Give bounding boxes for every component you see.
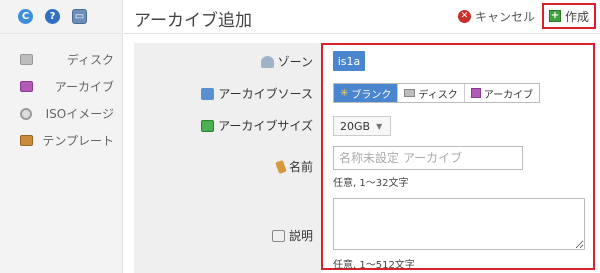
- name-label-text: 名前: [288, 160, 313, 174]
- pencil-icon: [275, 159, 287, 174]
- archive-icon: [20, 81, 33, 92]
- source-option-label: ディスク: [418, 89, 458, 101]
- create-label: 作成: [564, 9, 589, 24]
- cancel-label: キャンセル: [475, 10, 536, 24]
- archive-source-selector: ✳ ブランク ディスク アーカイブ: [333, 83, 541, 103]
- source-label: アーカイブソース: [201, 85, 321, 102]
- document-icon: [271, 229, 285, 242]
- source-option-disk[interactable]: ディスク: [398, 84, 465, 102]
- sidebar-item-disk[interactable]: ディスク: [0, 46, 122, 73]
- size-label-text: アーカイブサイズ: [218, 119, 313, 133]
- sidebar-item-template[interactable]: テンプレート: [0, 127, 122, 154]
- zone-button[interactable]: is1a: [333, 51, 365, 71]
- source-option-blank[interactable]: ✳ ブランク: [334, 84, 399, 102]
- disk-icon: [404, 89, 416, 97]
- sidebar-item-iso-image[interactable]: ISOイメージ: [0, 100, 122, 127]
- name-label: 名前: [275, 158, 321, 175]
- console-icon[interactable]: ▭: [72, 9, 87, 24]
- source-label-text: アーカイブソース: [218, 87, 313, 101]
- description-label: 説明: [271, 227, 321, 244]
- disk-icon: [20, 54, 33, 65]
- description-textarea[interactable]: [333, 198, 585, 250]
- disk-size-icon: [201, 119, 215, 132]
- description-label-text: 説明: [288, 229, 313, 243]
- name-input[interactable]: [333, 146, 523, 170]
- template-icon: [20, 135, 33, 146]
- source-option-label: ブランク: [351, 89, 392, 101]
- name-hint: 任意, 1〜32文字: [333, 178, 409, 189]
- cancel-icon: ✕: [458, 10, 471, 23]
- sidebar-nav: ディスク アーカイブ ISOイメージ テンプレート: [0, 34, 122, 154]
- chevron-down-icon: ▼: [376, 121, 383, 131]
- help-icon[interactable]: ?: [45, 9, 60, 24]
- sidebar: C ? ▭ ディスク アーカイブ ISOイメージ テンプレート: [0, 0, 123, 273]
- plus-icon: +: [548, 10, 561, 22]
- sidebar-toolbar: C ? ▭: [0, 0, 122, 34]
- size-label: アーカイブサイズ: [201, 117, 321, 134]
- sidebar-item-label: ISOイメージ: [45, 107, 114, 121]
- sidebar-item-label: テンプレート: [42, 134, 114, 148]
- sidebar-item-label: アーカイブ: [54, 80, 114, 94]
- download-icon: [201, 87, 215, 100]
- zone-label-text: ゾーン: [277, 55, 313, 69]
- zone-label: ゾーン: [260, 53, 321, 70]
- source-option-label: アーカイブ: [483, 89, 534, 101]
- cancel-button[interactable]: ✕ キャンセル: [458, 8, 535, 25]
- description-hint: 任意, 1〜512文字: [333, 260, 415, 271]
- page-title: アーカイブ追加: [134, 11, 252, 31]
- create-button[interactable]: + 作成: [542, 3, 596, 29]
- sidebar-item-label: ディスク: [66, 53, 114, 67]
- sidebar-item-archive[interactable]: アーカイブ: [0, 73, 122, 100]
- cloud-icon: [260, 55, 274, 68]
- size-value: 20GB: [340, 119, 371, 133]
- refresh-icon[interactable]: C: [18, 9, 33, 24]
- iso-image-icon: [20, 107, 32, 120]
- sparkle-icon: ✳: [340, 87, 349, 99]
- source-option-archive[interactable]: アーカイブ: [464, 84, 540, 102]
- archive-size-select[interactable]: 20GB ▼: [333, 116, 391, 136]
- archive-icon: [470, 88, 481, 98]
- form-label-column: ゾーン アーカイブソース アーカイブサイズ 名前 説明: [134, 43, 321, 273]
